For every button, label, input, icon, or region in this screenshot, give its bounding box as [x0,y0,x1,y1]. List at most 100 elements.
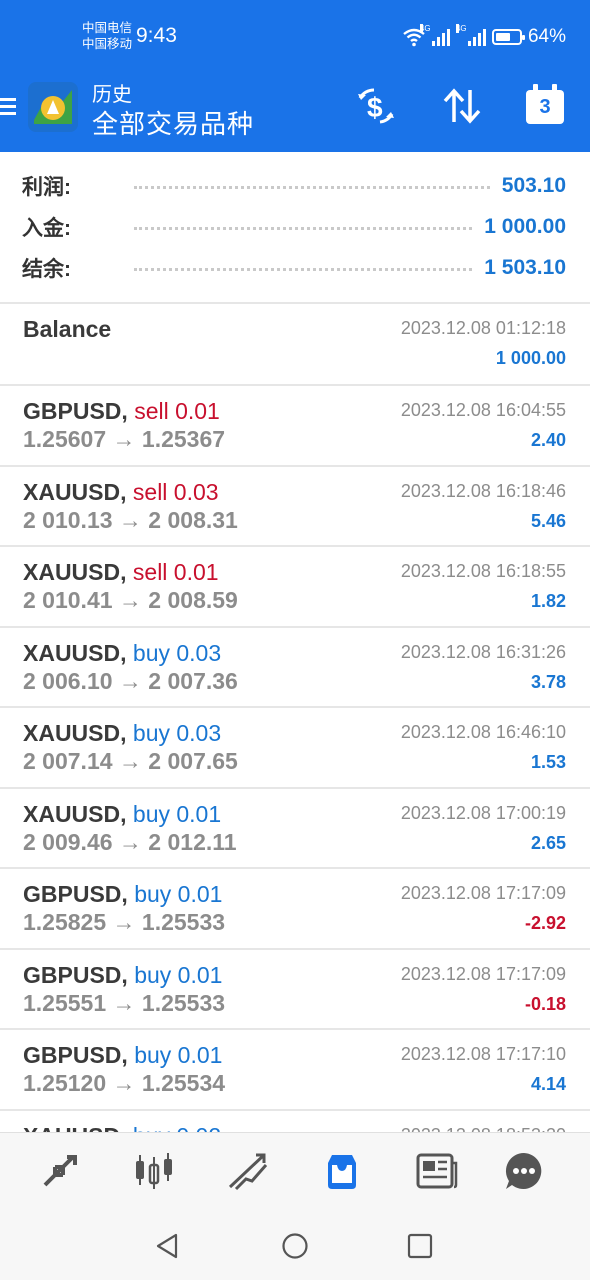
balance-entry-label: Balance [23,316,112,342]
carrier-info: 中国电信 中国移动 [82,20,132,52]
messages-icon[interactable] [502,1149,546,1193]
balance-entry-time: 2023.12.08 01:12:18 [400,318,566,338]
deposit-label: 入金: [22,217,71,240]
trade-symbol-line: GBPUSD, buy 0.01 [23,1042,222,1069]
balance-entry-value: 1 000.00 [495,348,566,368]
dotted-leader [134,176,490,189]
trade-time: 2023.12.08 16:46:10 [400,722,566,742]
trade-prices: 1.25607 → 1.25367 [23,426,226,452]
trade-action: sell 0.01 [132,559,219,585]
bottom-navigation [0,1132,590,1213]
trade-time: 2023.12.08 16:18:46 [400,480,566,501]
currency-exchange-icon[interactable]: $ [354,84,398,128]
signal-icon-2: 4G [455,24,486,46]
profit-row: 利润: 503.10 [22,166,566,206]
trade-time: 2023.12.08 16:31:26 [400,641,566,662]
trade-symbol: GBPUSD, [23,398,128,424]
trade-symbol: GBPUSD, [23,881,128,907]
trade-row[interactable]: XAUUSD, sell 0.01 2 010.41 → 2 008.59 2023… [0,545,590,627]
trade-time: 2023.12.08 17:17:10 [400,1044,566,1064]
home-icon[interactable] [281,1232,309,1260]
trade-row[interactable]: XAUUSD, sell 0.03 2 010.13 → 2 008.31 2023… [0,464,590,547]
trade-prices: 1.25551 → 1.25533 [23,989,226,1016]
trade-action: buy 0.01 [134,1042,223,1068]
trade-profit: 5.46 [530,510,566,531]
battery-icon [491,29,525,45]
trade-profit: 3.78 [530,671,566,692]
sort-icon[interactable] [440,84,484,128]
trade-time: 2023.12.08 16:18:55 [400,561,566,581]
trade-row[interactable]: XAUUSD, buy 0.03 2 006.10 → 2 007.36 2023.… [0,625,590,708]
dotted-leader [134,217,473,230]
symbol-filter[interactable]: 全部交易品种 [92,104,254,141]
balance-entry[interactable]: Balance 2023.12.08 01:12:18 1 000.00 [0,302,590,384]
trade-prices: 2 010.41 → 2 008.59 [23,587,238,613]
dotted-leader [134,258,473,271]
trade-symbol-line: XAUUSD, buy 0.03 [23,720,221,747]
trade-prices: 2 007.14 → 2 007.65 [23,748,238,774]
trade-symbol: XAUUSD, [23,478,127,505]
clock: 9:43 [136,24,177,47]
trade-symbol: GBPUSD, [23,961,128,988]
trade-time: 2023.12.08 17:00:19 [400,802,566,823]
trade-prices: 1.25120 → 1.25534 [23,1070,226,1096]
trade-symbol: XAUUSD, [23,639,127,666]
trade-prices: 2 009.46 → 2 012.11 [23,828,237,855]
system-navigation-bar [0,1212,590,1280]
chart-icon[interactable] [132,1149,176,1193]
trade-symbol-line: GBPUSD, buy 0.01 [23,962,222,989]
trade-row[interactable]: GBPUSD, buy 0.01 1.25120 → 1.25534 2023.12… [0,1028,590,1110]
status-bar: 中国电信 中国移动 9:43 4G 4G 64% [0,0,590,72]
trade-row[interactable]: GBPUSD, buy 0.01 1.25551 → 1.25533 2023.12… [0,947,590,1030]
trade-symbol: XAUUSD, [23,559,127,585]
trade-icon[interactable] [226,1149,270,1193]
balance-row: 结余: 1 503.10 [22,248,566,288]
metatrader-logo [28,82,78,132]
history-icon[interactable] [320,1149,364,1193]
balance-label: 结余: [22,258,71,281]
trade-time: 2023.12.08 16:04:55 [400,400,566,420]
trade-action: sell 0.03 [132,478,219,505]
trade-prices: 2 010.13 → 2 008.31 [23,506,238,533]
trade-row[interactable]: XAUUSD, buy 0.03 2 007.14 → 2 007.65 2023.… [0,706,590,788]
battery-percent: 64% [527,26,566,47]
trade-profit: -0.18 [524,993,566,1014]
trade-profit: 4.14 [530,1074,566,1094]
summary-panel: 利润: 503.10 入金: 1 000.00 结余: 1 503.10 [0,152,590,302]
trade-symbol-line: XAUUSD, buy 0.01 [23,801,221,828]
signal-icon-1: 4G [419,24,450,46]
trade-time: 2023.12.08 17:17:09 [400,883,566,903]
trade-profit: 2.40 [530,430,566,450]
balance-value: 1 503.10 [484,256,566,279]
carrier-1: 中国电信 [82,21,133,35]
trade-action: buy 0.01 [132,800,222,827]
trade-action: buy 0.03 [132,639,222,666]
trade-symbol-line: GBPUSD, buy 0.01 [23,881,222,908]
trade-symbol: GBPUSD, [23,1042,128,1068]
trade-time: 2023.12.08 17:17:09 [400,963,566,984]
deposit-row: 入金: 1 000.00 [22,207,566,247]
status-icons: 4G 4G 64% [402,24,566,49]
trade-profit: 1.53 [530,752,566,772]
trade-action: buy 0.01 [134,881,223,907]
menu-icon[interactable] [0,94,16,120]
recents-icon[interactable] [407,1233,433,1259]
profit-value: 503.10 [501,174,566,197]
trade-row[interactable]: GBPUSD, sell 0.01 1.25607 → 1.25367 2023.1… [0,384,590,466]
carrier-2: 中国移动 [82,37,133,51]
calendar-icon[interactable]: 3 [526,84,564,124]
svg-text:$: $ [367,92,383,123]
quotes-icon[interactable] [37,1149,81,1193]
profit-label: 利润: [22,176,71,199]
news-icon[interactable] [415,1149,459,1193]
back-icon[interactable] [154,1232,182,1260]
trade-symbol: XAUUSD, [23,800,127,827]
trade-action: buy 0.03 [132,720,222,746]
trade-action: sell 0.01 [134,398,220,424]
trade-row[interactable]: XAUUSD, buy 0.01 2 009.46 → 2 012.11 2023.… [0,786,590,869]
trade-symbol: XAUUSD, [23,720,127,746]
trade-profit: 1.82 [530,591,566,611]
trade-row[interactable]: GBPUSD, buy 0.01 1.25825 → 1.25533 2023.12… [0,867,590,949]
trade-profit: 2.65 [530,832,566,853]
deposit-value: 1 000.00 [484,215,566,238]
